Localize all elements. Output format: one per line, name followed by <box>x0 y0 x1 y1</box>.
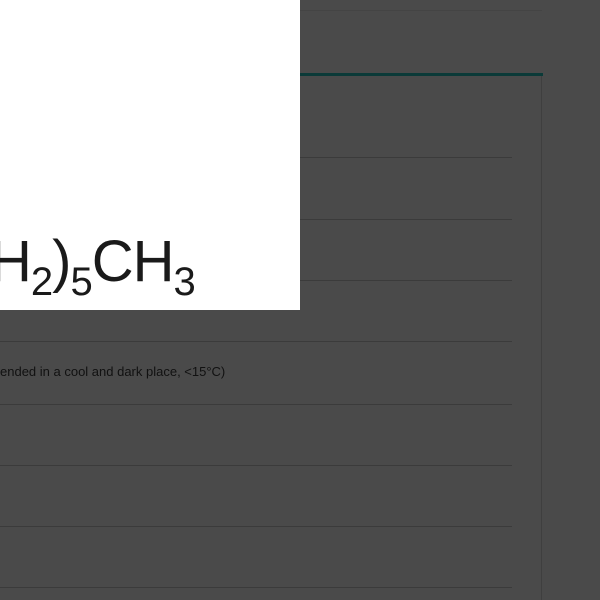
spec-row-divider <box>0 465 512 466</box>
structure-image[interactable]: H2)5CH3 <box>0 0 300 310</box>
spec-row-divider <box>0 587 512 588</box>
spec-row-divider <box>0 526 512 527</box>
panel-border <box>541 76 542 600</box>
spec-row-divider <box>0 341 512 342</box>
storage-condition-text: ended in a cool and dark place, <15°C) <box>0 364 226 379</box>
spec-row-divider <box>0 404 512 405</box>
formula-subscript: 5 <box>70 260 92 304</box>
header-divider <box>300 10 542 11</box>
formula-part: H <box>0 229 32 294</box>
tab-active-indicator <box>300 73 543 76</box>
formula-part: ) <box>52 229 71 294</box>
chemical-formula: H2)5CH3 <box>0 233 196 303</box>
formula-part: CH <box>91 229 175 294</box>
formula-subscript: 2 <box>30 260 53 304</box>
formula-subscript: 3 <box>173 260 196 304</box>
